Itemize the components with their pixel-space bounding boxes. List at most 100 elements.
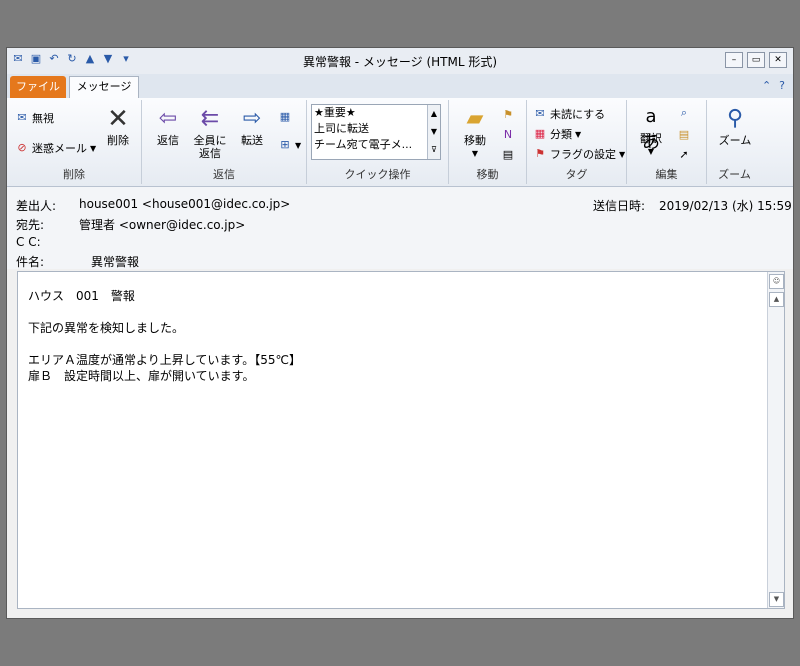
zoom-group: ⚲ ズーム ズーム — [707, 100, 762, 184]
message-body[interactable]: ハウス 001 警報 下記の異常を検知しました。 エリアＡ温度が通常より上昇して… — [17, 271, 785, 609]
tab-file[interactable]: ファイル — [10, 76, 66, 98]
forward-icon: ⇨ — [242, 106, 262, 131]
flag-icon: ⚑ — [535, 147, 545, 160]
find-button[interactable]: ⌕ — [677, 106, 691, 120]
sent-value: 2019/02/13 (水) 15:59 — [659, 199, 792, 213]
quick-step-team-email[interactable]: チーム宛て電子メ... — [312, 137, 440, 153]
chevron-down-icon: ▼ — [647, 147, 655, 156]
actions-icon: ▤ — [502, 148, 514, 161]
body-line: 下記の異常を検知しました。 — [28, 321, 185, 335]
junk-button[interactable]: ⊘ 迷惑メール ▼ — [15, 140, 96, 156]
window-controls: – ▭ ✕ — [725, 52, 787, 68]
actions-button[interactable]: ▤ — [501, 148, 515, 162]
zoom-button[interactable]: ⚲ ズーム — [713, 106, 757, 147]
body-line: 扉Ｂ 設定時間以上、扉が開いています。 — [28, 369, 255, 383]
tags-group-label: タグ — [565, 168, 588, 181]
delete-group: ✉ 無視 ⊘ 迷惑メール ▼ ✕ 削除 削除 — [7, 100, 142, 184]
editing-group-label: 編集 — [655, 168, 678, 181]
reply-button[interactable]: ⇦ 返信 — [148, 106, 188, 147]
more-respond-button[interactable]: ⊞ ▼ — [278, 138, 301, 152]
rules-button[interactable]: ⚑ — [501, 108, 515, 122]
ignore-button[interactable]: ✉ 無視 — [15, 110, 54, 126]
to-label: 宛先: — [16, 218, 45, 232]
editing-group: aあ 翻訳 ▼ ⌕ ▤ ➚ 編集 — [627, 100, 707, 184]
minimize-ribbon-icon[interactable]: ⌃ — [762, 79, 771, 92]
close-icon[interactable]: ✕ — [769, 52, 787, 68]
rules-icon: ⚑ — [503, 108, 513, 121]
quick-steps-group: ★重要★ 上司に転送 チーム宛て電子メ... ▲ ▼ ⊽ クイック操作 — [307, 100, 449, 184]
restore-icon[interactable]: ▭ — [747, 52, 765, 68]
move-group: ▰ 移動 ▼ ⚑ N ▤ 移動 — [449, 100, 527, 184]
body-line: エリアＡ温度が通常より上昇しています。【55℃】 — [28, 353, 301, 367]
chevron-down-icon: ▼ — [575, 129, 582, 139]
people-pane-icon[interactable]: ☺ — [769, 274, 784, 289]
ribbon-controls: ⌃ ? — [762, 79, 785, 92]
message-body-text: ハウス 001 警報 下記の異常を検知しました。 エリアＡ温度が通常より上昇して… — [28, 288, 301, 384]
onenote-icon: N — [503, 128, 513, 141]
reply-icon: ⇦ — [158, 106, 178, 131]
translate-icon: aあ — [642, 106, 660, 153]
delete-group-label: 削除 — [63, 168, 85, 181]
zoom-group-label: ズーム — [718, 168, 751, 181]
categorize-icon: ▦ — [534, 127, 546, 140]
message-window: ✉ ▣ ↶ ↻ ▲ ▼ ▾ 異常警報 - メッセージ (HTML 形式) – ▭… — [6, 47, 794, 619]
move-button[interactable]: ▰ 移動 ▼ — [455, 106, 495, 160]
chevron-down-icon: ▼ — [471, 149, 479, 158]
categorize-button[interactable]: ▦ 分類 ▼ — [533, 126, 581, 142]
tags-group: ✉ 未読にする ▦ 分類 ▼ ⚑ フラグの設定 ▼ タグ — [527, 100, 627, 184]
scroll-up-icon[interactable]: ▲ — [769, 292, 784, 307]
translate-button[interactable]: aあ 翻訳 ▼ — [631, 104, 671, 158]
quick-steps-scroll[interactable]: ▲ ▼ ⊽ — [427, 105, 440, 159]
scroll-down-icon[interactable]: ▼ — [769, 592, 784, 607]
quick-steps-list: ★重要★ 上司に転送 チーム宛て電子メ... ▲ ▼ ⊽ — [311, 104, 441, 160]
body-line — [28, 336, 301, 352]
cc-label: C C: — [16, 235, 41, 249]
junk-icon: ⊘ — [17, 141, 27, 154]
to-value[interactable]: 管理者 <owner@idec.co.jp> — [79, 216, 245, 233]
delete-button[interactable]: ✕ 削除 — [99, 106, 137, 147]
reply-group-label: 返信 — [213, 168, 235, 181]
from-value[interactable]: house001 <house001@idec.co.jp> — [79, 197, 290, 211]
magnifier-icon: ⚲ — [726, 106, 744, 131]
reply-group: ⇦ 返信 ⇇ 全員に 返信 ⇨ 転送 ▦ ⊞ ▼ 返信 — [142, 100, 307, 184]
tab-message[interactable]: メッセージ — [69, 76, 139, 98]
calendar-icon: ▦ — [279, 110, 291, 123]
move-group-label: 移動 — [476, 168, 499, 181]
help-icon[interactable]: ? — [779, 79, 785, 92]
select-button[interactable]: ➚ — [677, 148, 691, 162]
ribbon: ✉ 無視 ⊘ 迷惑メール ▼ ✕ 削除 削除 ⇦ 返信 ⇇ 全員に 返信 ⇨ 転… — [7, 98, 793, 187]
unread-icon: ✉ — [535, 107, 545, 120]
follow-up-button[interactable]: ⚑ フラグの設定 ▼ — [533, 146, 625, 162]
body-line: ハウス 001 警報 — [28, 289, 135, 303]
window-title: 異常警報 - メッセージ (HTML 形式) — [302, 55, 498, 69]
from-label: 差出人: — [16, 199, 57, 213]
vertical-scrollbar[interactable]: ☺ ▲ ▼ — [767, 272, 784, 608]
related-icon: ▤ — [678, 128, 690, 141]
delete-icon: ✕ — [107, 104, 129, 134]
subject-label: 件名: — [16, 255, 45, 269]
onenote-button[interactable]: N — [501, 128, 515, 142]
folder-icon: ▰ — [466, 106, 484, 131]
quick-steps-label: クイック操作 — [344, 168, 411, 181]
subject-value: 異常警報 — [91, 255, 140, 269]
related-button[interactable]: ▤ — [677, 128, 691, 142]
reply-all-button[interactable]: ⇇ 全員に 返信 — [188, 106, 232, 160]
minimize-icon[interactable]: – — [725, 52, 743, 68]
ignore-icon: ✉ — [17, 111, 27, 124]
quick-step-important[interactable]: ★重要★ — [312, 105, 440, 121]
mark-unread-button[interactable]: ✉ 未読にする — [533, 106, 605, 122]
ribbon-tabs: ファイル メッセージ ⌃ ? — [7, 74, 793, 98]
chevron-down-icon: ▼ — [619, 149, 626, 159]
body-line — [28, 304, 301, 320]
quick-step-forward-boss[interactable]: 上司に転送 — [312, 121, 440, 137]
binoculars-icon: ⌕ — [680, 106, 688, 119]
chevron-down-icon: ▼ — [90, 143, 97, 153]
reply-all-icon: ⇇ — [200, 106, 220, 131]
meeting-button[interactable]: ▦ — [278, 110, 292, 124]
title-bar: ✉ ▣ ↶ ↻ ▲ ▼ ▾ 異常警報 - メッセージ (HTML 形式) – ▭… — [7, 48, 793, 75]
forward-button[interactable]: ⇨ 転送 — [232, 106, 272, 147]
sent-label: 送信日時: — [593, 199, 646, 213]
chevron-down-icon: ▼ — [295, 140, 302, 150]
message-header: 差出人: house001 <house001@idec.co.jp> 送信日時… — [7, 187, 793, 269]
more-icon: ⊞ — [280, 138, 290, 151]
